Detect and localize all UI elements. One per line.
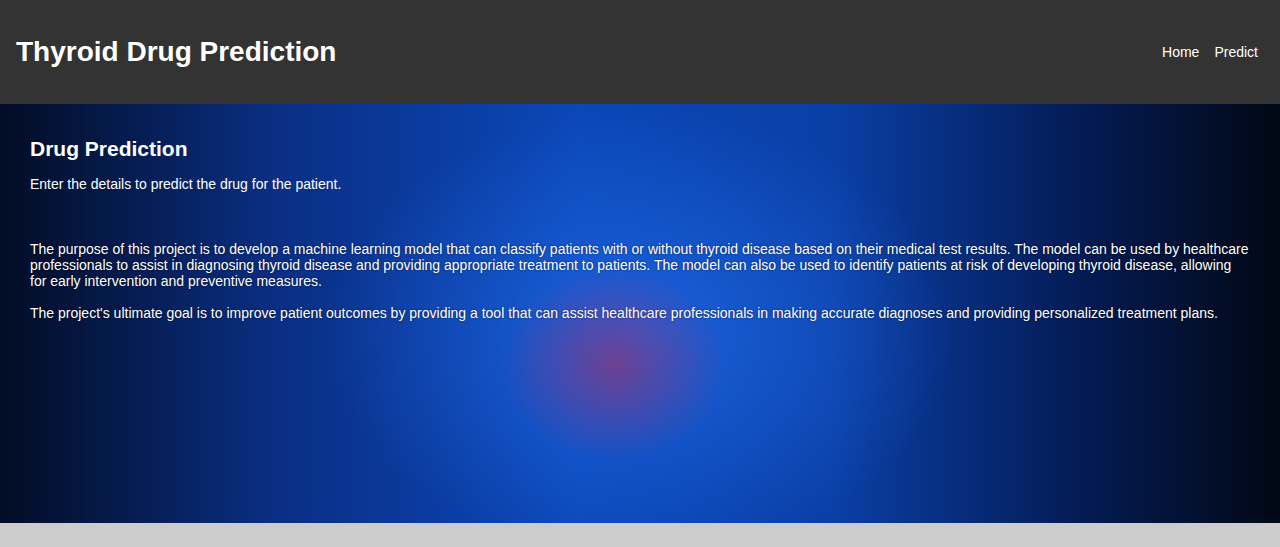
page: Thyroid Drug Prediction Home Predict Drug P… [0, 0, 1280, 547]
description-paragraph: The purpose of this project is to develo… [30, 241, 1250, 289]
site-title: Thyroid Drug Prediction [16, 36, 336, 68]
header: Thyroid Drug Prediction Home Predict [0, 0, 1280, 104]
description: The purpose of this project is to develo… [30, 241, 1250, 321]
nav-link[interactable]: Predict [1214, 44, 1258, 60]
hero-content: Drug Prediction Enter the details to pred… [30, 136, 1250, 321]
hero-heading: Drug Prediction [30, 136, 1250, 162]
nav-link[interactable]: Home [1162, 44, 1199, 60]
footer [0, 523, 1280, 547]
description-paragraph: The project's ultimate goal is to improv… [30, 305, 1250, 321]
hero-intro: Enter the details to predict the drug fo… [30, 176, 1250, 193]
nav: Home Predict [1162, 44, 1258, 60]
hero: Drug Prediction Enter the details to pred… [0, 104, 1280, 523]
